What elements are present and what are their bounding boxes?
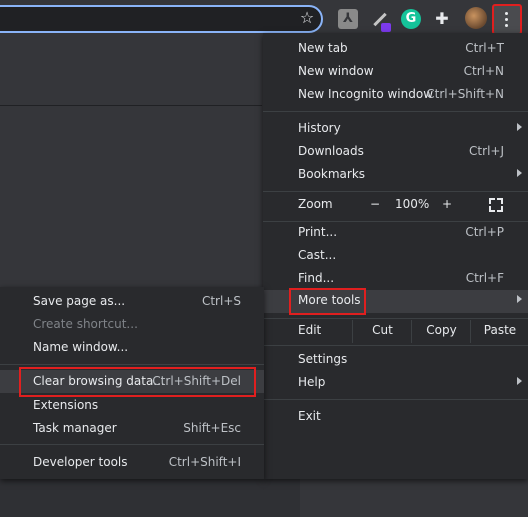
profile-avatar[interactable] — [465, 7, 487, 29]
menu-item-bookmarks[interactable]: Bookmarks — [263, 164, 528, 187]
submenu-item-task-manager[interactable]: Task manager Shift+Esc — [0, 417, 264, 440]
menu-item-help[interactable]: Help — [263, 372, 528, 395]
menu-item-label: History — [298, 121, 341, 135]
menu-item-shortcut: Ctrl+S — [201, 294, 241, 308]
menu-item-label: New Incognito window — [298, 87, 434, 101]
menu-item-history[interactable]: History — [263, 118, 528, 141]
menu-separator — [0, 444, 264, 445]
submenu-item-developer-tools[interactable]: Developer tools Ctrl+Shift+I — [0, 451, 264, 474]
menu-item-downloads[interactable]: Downloads Ctrl+J — [263, 141, 528, 164]
menu-separator — [263, 191, 528, 192]
menu-item-cast[interactable]: Cast... — [263, 245, 528, 268]
menu-separator — [0, 364, 264, 365]
menu-item-label: New window — [298, 64, 374, 78]
three-dots-icon — [505, 12, 509, 30]
zoom-level: 100% — [395, 197, 430, 211]
menu-item-label: Exit — [298, 409, 321, 423]
address-bar[interactable] — [0, 5, 323, 33]
menu-separator — [263, 399, 528, 400]
menu-item-shortcut: Shift+Esc — [183, 421, 241, 435]
menu-item-label: Developer tools — [33, 455, 128, 469]
menu-item-exit[interactable]: Exit — [263, 406, 528, 429]
submenu-arrow-icon — [517, 377, 522, 385]
paste-button[interactable]: Paste — [470, 320, 528, 343]
menu-item-print[interactable]: Print... Ctrl+P — [263, 222, 528, 245]
menu-item-new-window[interactable]: New window Ctrl+N — [263, 61, 528, 84]
menu-item-shortcut: Ctrl+P — [465, 225, 504, 239]
menu-item-label: Create shortcut... — [33, 317, 138, 331]
menu-item-shortcut: Ctrl+T — [465, 41, 504, 55]
menu-item-label: Extensions — [33, 398, 99, 412]
menu-item-label: Settings — [298, 352, 348, 366]
pen-extension-icon[interactable] — [368, 9, 391, 32]
submenu-item-extensions[interactable]: Extensions — [0, 394, 264, 417]
highlight-box — [289, 288, 366, 315]
fullscreen-icon[interactable] — [489, 198, 503, 212]
submenu-arrow-icon — [517, 123, 522, 131]
menu-separator — [263, 345, 528, 346]
bookmark-star-icon[interactable]: ☆ — [298, 9, 316, 27]
submenu-arrow-icon — [517, 295, 522, 303]
menu-item-label: Downloads — [298, 144, 364, 158]
menu-item-edit: Edit Cut Copy Paste — [263, 320, 528, 343]
menu-item-label: New tab — [298, 41, 348, 55]
submenu-item-name-window[interactable]: Name window... — [0, 336, 264, 359]
menu-item-shortcut: Ctrl+J — [469, 144, 504, 158]
menu-item-label: Print... — [298, 225, 338, 239]
chrome-main-menu: New tab Ctrl+T New window Ctrl+N New Inc… — [263, 33, 528, 479]
menu-item-settings[interactable]: Settings — [263, 349, 528, 372]
menu-item-new-incognito-window[interactable]: New Incognito window Ctrl+Shift+N — [263, 84, 528, 107]
grammarly-extension-icon[interactable]: G — [401, 9, 421, 29]
menu-item-label: Help — [298, 375, 326, 389]
menu-item-shortcut: Ctrl+Shift+I — [168, 455, 241, 469]
submenu-item-save-page[interactable]: Save page as... Ctrl+S — [0, 290, 264, 313]
menu-item-label: Bookmarks — [298, 167, 366, 181]
menu-item-label: Save page as... — [33, 294, 126, 308]
page-bottom-area — [0, 479, 300, 517]
menu-item-shortcut: Ctrl+F — [465, 271, 504, 285]
menu-item-shortcut: Ctrl+Shift+N — [426, 87, 504, 101]
menu-item-label: Edit — [298, 323, 322, 337]
highlight-box — [19, 367, 256, 397]
divider — [0, 105, 262, 106]
menu-item-label: Find... — [298, 271, 335, 285]
copy-button[interactable]: Copy — [411, 320, 471, 343]
extensions-puzzle-icon[interactable]: ✚ — [432, 9, 452, 29]
menu-separator — [263, 111, 528, 112]
menu-item-label: Zoom — [298, 197, 333, 211]
menu-item-label: Name window... — [33, 340, 129, 354]
menu-separator — [263, 318, 528, 319]
menu-item-label: Task manager — [33, 421, 117, 435]
zoom-out-button[interactable]: − — [370, 197, 380, 211]
pdf-extension-icon[interactable]: ⅄ — [338, 9, 358, 29]
submenu-item-create-shortcut: Create shortcut... — [0, 313, 264, 336]
menu-item-zoom: Zoom − 100% + — [263, 194, 528, 217]
more-tools-submenu: Save page as... Ctrl+S Create shortcut..… — [0, 287, 264, 479]
menu-item-shortcut: Ctrl+N — [463, 64, 504, 78]
zoom-in-button[interactable]: + — [442, 197, 452, 211]
menu-item-new-tab[interactable]: New tab Ctrl+T — [263, 38, 528, 61]
cut-button[interactable]: Cut — [352, 320, 412, 343]
chrome-menu-button[interactable] — [492, 4, 522, 35]
menu-item-label: Cast... — [298, 248, 337, 262]
submenu-arrow-icon — [517, 169, 522, 177]
